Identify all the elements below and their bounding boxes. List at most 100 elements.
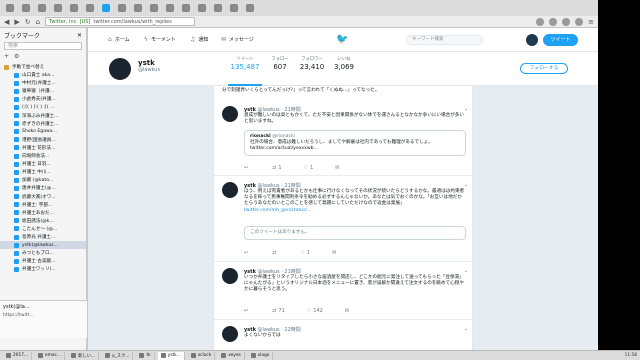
tab-favicon[interactable] [230, 4, 238, 12]
taskbar-clock[interactable]: 11:58 [625, 353, 640, 358]
tweet[interactable]: ystk @lawkus · 22時間 ⌄ よくないからでは [214, 320, 472, 350]
dm-button[interactable]: ✉ [335, 165, 339, 171]
back-icon[interactable]: ◀ [4, 18, 9, 26]
taskbar-task[interactable]: 新しい... [68, 351, 99, 360]
reply-button[interactable]: ↩ [244, 250, 250, 256]
sidebar-search-input[interactable]: 検索 [4, 42, 82, 50]
bookmark-item[interactable]: 武藤大風(オワ... [0, 193, 86, 201]
twitter-search-input[interactable]: キーワード検索 [406, 35, 483, 45]
profile-handle[interactable]: @lawkus [138, 67, 160, 73]
tab-favicon[interactable] [102, 4, 110, 12]
tab-favicon[interactable] [246, 4, 254, 12]
chevron-down-icon[interactable]: ⌄ [464, 326, 468, 332]
tweet-avatar[interactable] [222, 268, 238, 284]
bookmark-item[interactable]: 向堀師会法... [0, 152, 86, 160]
like-button[interactable]: ♡ 1 [300, 250, 310, 256]
bookmark-item[interactable]: 弁護士ワッリ(... [0, 265, 86, 273]
tab-favicon[interactable] [182, 4, 190, 12]
tweet[interactable]: ystk @lawkus · 21時間 ⌄ 意成が難しいのは高ともかくて、ただ不… [214, 100, 472, 176]
addon-icon[interactable] [536, 17, 545, 26]
chevron-down-icon[interactable]: ⌄ [464, 268, 468, 274]
tweet-link[interactable]: twitter.com/mh_gen/status/... [244, 208, 311, 213]
profile-name[interactable]: ystk [138, 59, 155, 67]
bookmark-folder[interactable]: 手動で並べ替え [0, 63, 86, 71]
bookmark-item[interactable]: 坂田諸法(@k... [0, 217, 86, 225]
reply-button[interactable]: ↩ [244, 165, 250, 171]
tab-favicon[interactable] [86, 4, 94, 12]
retweet-button[interactable]: ⇄ [272, 250, 278, 256]
taskbar-task[interactable]: a_スク... [102, 351, 134, 360]
like-button[interactable]: ♡ 142 [307, 308, 323, 314]
tab-favicon[interactable] [198, 4, 206, 12]
chevron-down-icon[interactable]: ⌄ [464, 106, 468, 112]
bookmark-item[interactable]: 島原光 弁護士... [0, 233, 86, 241]
tab-favicon[interactable] [70, 4, 78, 12]
bookmark-item[interactable]: 加藤 (@kato... [0, 176, 86, 184]
bookmark-item[interactable]: 唐井弁護士(@... [0, 184, 86, 192]
retweet-button[interactable]: ⇄ 1 [272, 165, 281, 171]
taskbar-task[interactable]: 2017... [3, 351, 33, 360]
tab-favicon[interactable] [22, 4, 30, 12]
tweet-button[interactable]: ツイート [543, 34, 578, 46]
addon-icon[interactable] [562, 17, 571, 26]
quoted-link[interactable]: twitter.com/actual/yexxxwb... [250, 146, 460, 152]
stat-followers[interactable]: フォロワー 23,410 [296, 56, 328, 71]
bookmark-item[interactable]: みつともブロ... [0, 249, 86, 257]
account-avatar[interactable] [526, 34, 538, 46]
home-icon[interactable]: ⌂ [36, 18, 40, 26]
taskbar-task[interactable]: xclock [188, 351, 216, 360]
taskbar-task[interactable]: tk [136, 351, 155, 360]
bookmark-item[interactable]: 中村元(弁護士... [0, 79, 86, 87]
like-button[interactable]: ♡ 1 [304, 165, 314, 171]
stat-tweets[interactable]: ツイート 135,487 [228, 56, 262, 86]
bookmark-item[interactable]: 弁護士 古美鏡... [0, 257, 86, 265]
reply-button[interactable]: ↩ [244, 308, 250, 314]
bookmark-item[interactable]: 深海ぶみ弁護士... [0, 112, 86, 120]
taskbar-task[interactable]: ystk... [157, 351, 185, 360]
close-icon[interactable]: ✕ [77, 32, 82, 39]
bookmark-item[interactable]: 港野(国会議員... [0, 136, 86, 144]
bookmark-item[interactable]: ystk(@lawkus... [0, 241, 86, 250]
tweet-avatar[interactable] [222, 326, 238, 342]
taskbar-task[interactable]: xlogo [248, 351, 274, 360]
bookmark-item[interactable]: 赤ずきの弁護士... [0, 120, 86, 128]
bookmark-item[interactable]: 山口貴士 aka... [0, 71, 86, 79]
tweet-avatar[interactable] [222, 106, 238, 122]
quoted-tweet[interactable]: rionacki @rionacki 社外の場合、意成は難しいだろうし、ましてや… [244, 130, 466, 156]
bookmark-item[interactable]: 弁護士あおだ... [0, 209, 86, 217]
chevron-down-icon[interactable]: ⌄ [464, 182, 468, 188]
twitter-bird-icon[interactable]: 🐦 [336, 34, 348, 45]
retweet-button[interactable]: ⇄ 71 [272, 308, 285, 314]
menu-icon[interactable]: ≡ [588, 18, 594, 26]
bookmark-item[interactable]: 弁護士 日羽... [0, 160, 86, 168]
nav-moments[interactable]: ϟ モーメント [144, 36, 176, 43]
dm-button[interactable]: ✉ [345, 308, 349, 314]
tweet[interactable]: ystk @lawkus · 21時間 ⌄ ほう、例えば有責者があるとかも仕事に… [214, 176, 472, 262]
tab-favicon[interactable] [166, 4, 174, 12]
addon-icon[interactable] [549, 17, 558, 26]
forward-icon[interactable]: ▶ [14, 18, 19, 26]
tab-favicon[interactable] [38, 4, 46, 12]
bookmark-item[interactable]: 弁護士 中川... [0, 168, 86, 176]
url-bar[interactable]: Twitter, Inc. [US] twitter.com/lawkus/wi… [45, 17, 196, 26]
nav-notifications[interactable]: ♫ 通知 [190, 36, 208, 43]
tab-favicon[interactable] [134, 4, 142, 12]
nav-messages[interactable]: ✉ メッセージ [221, 36, 254, 43]
bookmark-item[interactable]: (:[( ) ]:( ) :[( ... [0, 103, 86, 111]
profile-avatar[interactable] [108, 57, 132, 81]
bookmark-item[interactable]: 弁護士: 宇部... [0, 201, 86, 209]
taskbar-task[interactable]: xeyes [218, 351, 245, 360]
reload-icon[interactable]: ↻ [25, 18, 31, 26]
tab-favicon[interactable] [214, 4, 222, 12]
tab-favicon[interactable] [118, 4, 126, 12]
bookmark-item[interactable]: 弁護士 花形法... [0, 144, 86, 152]
nav-home[interactable]: ⌂ ホーム [108, 36, 130, 43]
tab-favicon[interactable] [6, 4, 14, 12]
tab-favicon[interactable] [54, 4, 62, 12]
stat-likes[interactable]: いいね 3,069 [330, 56, 358, 71]
gear-icon[interactable]: ⚙ [14, 53, 19, 60]
tweet[interactable]: ystk @lawkus · 21時間 ⌄ いつか弁護士をリタイアしたら小さな居… [214, 262, 472, 320]
dm-button[interactable]: ✉ [332, 250, 336, 256]
bookmark-item[interactable]: 小倉秀夫(弁護... [0, 95, 86, 103]
stat-following[interactable]: フォロー 607 [266, 56, 294, 71]
